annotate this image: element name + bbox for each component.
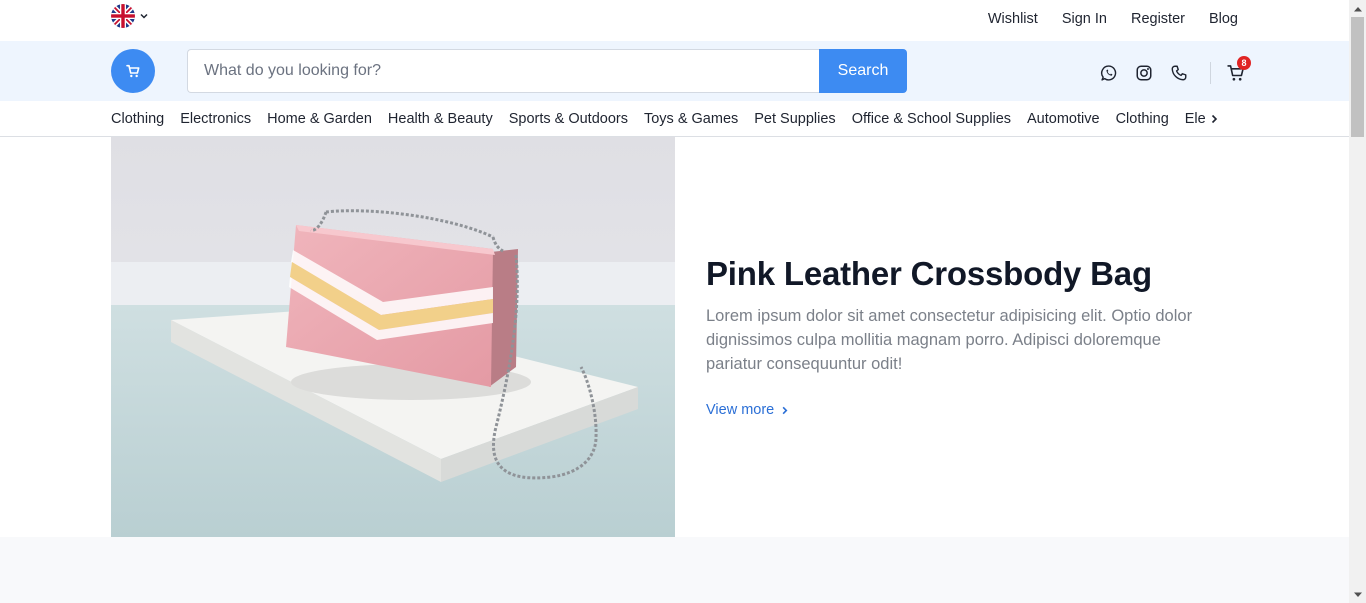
category-office-school-supplies[interactable]: Office & School Supplies (852, 111, 1011, 127)
cart-icon (126, 64, 140, 78)
category-electronics[interactable]: Electronics (180, 111, 251, 127)
cart-button[interactable]: 8 (1226, 56, 1251, 83)
cart-count-badge: 8 (1237, 56, 1251, 70)
search-input[interactable] (187, 49, 819, 93)
scroll-up-button[interactable] (1349, 0, 1366, 17)
sign-in-link[interactable]: Sign In (1062, 11, 1107, 27)
category-next-button[interactable] (1205, 110, 1223, 128)
chevron-down-icon (140, 13, 148, 19)
instagram-icon[interactable] (1135, 64, 1153, 82)
header: Search (0, 41, 1349, 101)
chevron-right-icon (1211, 114, 1218, 124)
hero-image (111, 137, 675, 537)
whatsapp-icon[interactable] (1100, 64, 1118, 82)
category-automotive[interactable]: Automotive (1027, 111, 1100, 127)
category-pet-supplies[interactable]: Pet Supplies (754, 111, 835, 127)
search-button[interactable]: Search (819, 49, 907, 93)
category-list: Clothing Electronics Home & Garden Healt… (111, 101, 1211, 136)
category-health-beauty[interactable]: Health & Beauty (388, 111, 493, 127)
blog-link[interactable]: Blog (1209, 11, 1238, 27)
divider (1210, 62, 1211, 84)
uk-flag-icon (111, 4, 135, 28)
category-sports-outdoors[interactable]: Sports & Outdoors (509, 111, 628, 127)
top-links: Wishlist Sign In Register Blog (988, 0, 1238, 38)
category-home-garden[interactable]: Home & Garden (267, 111, 372, 127)
hero-description: Lorem ipsum dolor sit amet consectetur a… (706, 307, 1193, 373)
scrollbar-thumb[interactable] (1351, 17, 1364, 137)
hero-title: Pink Leather Crossbody Bag (706, 255, 1152, 292)
top-bar: Wishlist Sign In Register Blog (0, 0, 1349, 41)
language-selector[interactable] (111, 4, 149, 28)
category-clothing-2[interactable]: Clothing (1116, 111, 1169, 127)
header-icons: 8 (1100, 56, 1251, 84)
arrow-up-icon (1353, 6, 1362, 11)
next-section-background (0, 537, 1349, 603)
category-toys-games[interactable]: Toys & Games (644, 111, 738, 127)
category-nav: Clothing Electronics Home & Garden Healt… (0, 101, 1349, 137)
chevron-right-icon (782, 406, 788, 414)
search-bar: Search (187, 49, 907, 93)
logo[interactable] (111, 49, 155, 93)
view-more-label: View more (706, 402, 775, 418)
page-scrollbar[interactable] (1349, 0, 1366, 603)
wishlist-link[interactable]: Wishlist (988, 11, 1038, 27)
phone-icon[interactable] (1170, 64, 1188, 82)
category-clothing[interactable]: Clothing (111, 111, 164, 127)
register-link[interactable]: Register (1131, 11, 1185, 27)
pink-leather-crossbody-bag-photo (111, 137, 675, 537)
view-more-link[interactable]: View more (706, 402, 789, 418)
scroll-down-button[interactable] (1349, 586, 1366, 603)
arrow-down-icon (1353, 592, 1362, 597)
